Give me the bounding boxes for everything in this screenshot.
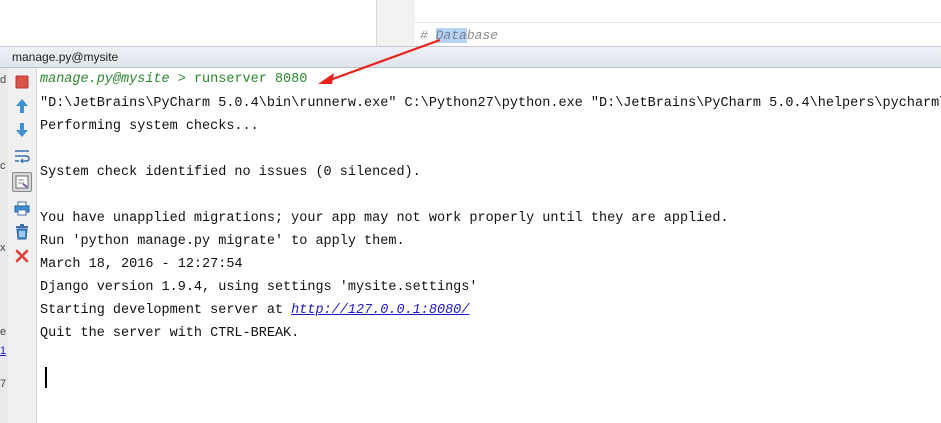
scroll-down-button[interactable] <box>12 120 32 140</box>
console-line: Run 'python manage.py migrate' to apply … <box>40 234 405 249</box>
clear-all-button[interactable] <box>12 222 32 242</box>
tool-window-title: manage.py@mysite <box>12 50 119 64</box>
editor-code[interactable]: # Database <box>415 0 941 46</box>
strip-glyph: 7 <box>0 378 7 390</box>
scroll-to-end-toggle[interactable] <box>12 172 32 192</box>
scroll-up-icon <box>16 99 28 113</box>
trash-icon <box>16 224 28 240</box>
console-line: Performing system checks... <box>40 119 259 134</box>
console-line: March 18, 2016 - 12:27:54 <box>40 257 243 272</box>
run-tool-window-header[interactable]: manage.py@mysite <box>0 46 941 68</box>
scroll-down-icon <box>16 123 28 137</box>
console-line: System check identified no issues (0 sil… <box>40 165 421 180</box>
command-line: manage.py@mysite > runserver 8080 <box>40 72 307 88</box>
text-caret <box>45 367 47 388</box>
strip-glyph: x <box>0 242 6 254</box>
strip-glyph: e <box>0 326 7 338</box>
code-comment: # Database <box>420 28 498 44</box>
strip-glyph: c <box>0 160 6 172</box>
editor-gutter <box>376 0 415 46</box>
comment-prefix: # <box>420 28 436 43</box>
console-line: Starting development server at http://12… <box>40 303 469 319</box>
editor-line-separator <box>415 22 941 23</box>
stop-icon <box>15 75 29 89</box>
comment-highlight: Data <box>435 28 467 43</box>
close-button[interactable] <box>12 246 32 266</box>
strip-glyph: 1 <box>0 345 7 357</box>
prompt-host: manage.py@mysite <box>40 72 170 87</box>
run-toolbar <box>8 68 37 423</box>
console-text: Starting development server at <box>40 303 292 318</box>
prompt-separator: > <box>169 72 194 87</box>
editor-area: # Database <box>0 0 941 46</box>
stop-button[interactable] <box>12 72 32 92</box>
comment-rest: base <box>466 28 499 43</box>
console-line: Django version 1.9.4, using settings 'my… <box>40 280 478 295</box>
console-line: "D:\JetBrains\PyCharm 5.0.4\bin\runnerw.… <box>40 96 941 111</box>
toggle-icon <box>15 175 29 189</box>
server-url-link[interactable]: http://127.0.0.1:8080/ <box>291 303 469 318</box>
prompt-command: runserver 8080 <box>193 72 308 87</box>
soft-wrap-icon <box>15 150 30 163</box>
console-line: Quit the server with CTRL-BREAK. <box>40 326 300 341</box>
print-icon <box>14 201 30 215</box>
close-icon <box>15 249 29 263</box>
soft-wrap-button[interactable] <box>12 146 32 166</box>
console-line: You have unapplied migrations; your app … <box>40 211 729 226</box>
print-button[interactable] <box>12 198 32 218</box>
project-pane <box>0 0 376 46</box>
console-output[interactable]: manage.py@mysite > runserver 8080 "D:\Je… <box>37 68 941 423</box>
scroll-up-button[interactable] <box>12 96 32 116</box>
strip-glyph: d <box>0 74 7 86</box>
left-panel-strip: d c x e 1 7 <box>0 68 8 423</box>
